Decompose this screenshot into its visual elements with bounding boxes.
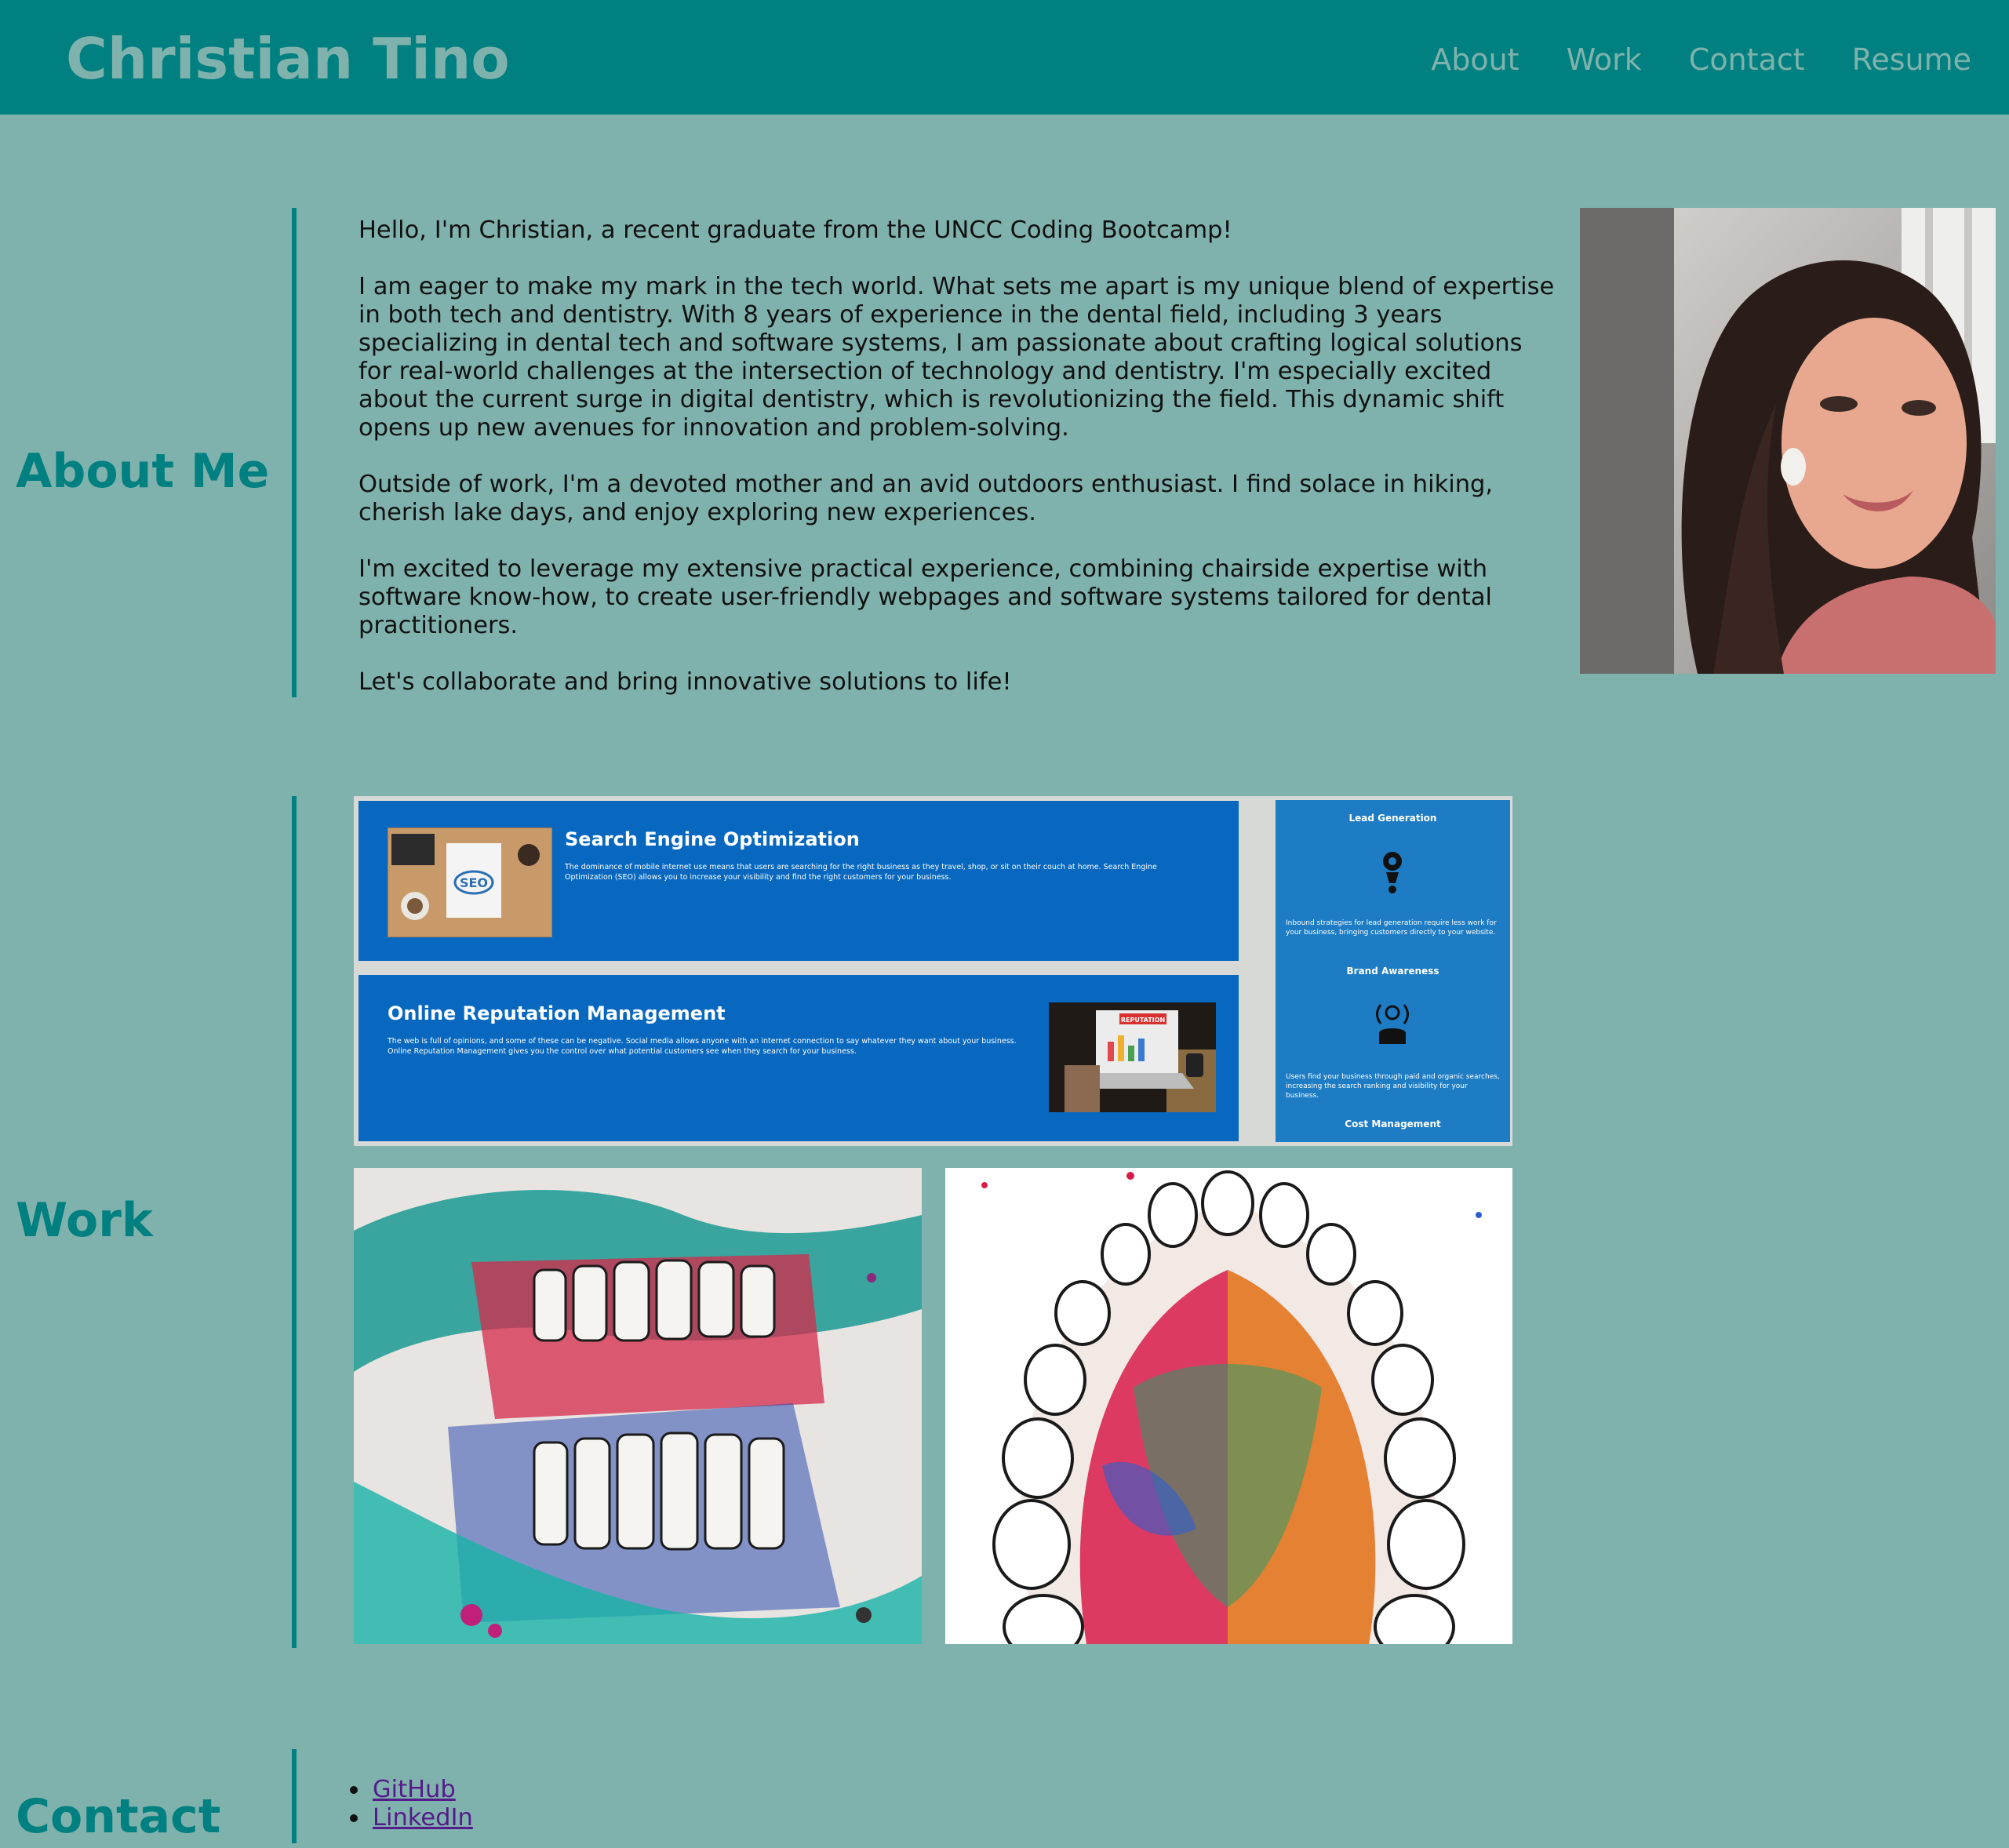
seo-badge: SEO <box>460 875 488 890</box>
work-heading: Work <box>16 1193 153 1248</box>
site-title: Christian Tino <box>66 26 510 92</box>
lightbulb-gear-icon <box>1383 852 1402 893</box>
nav-contact-link[interactable]: Contact <box>1689 38 1805 82</box>
seo-description: The dominance of mobile internet use mea… <box>565 863 1157 882</box>
broadcast-person-icon <box>1376 1004 1409 1044</box>
nav-about-link[interactable]: About <box>1431 38 1519 82</box>
project-image-dental-arch-art[interactable] <box>945 1168 1512 1644</box>
about-paragraph: Outside of work, I'm a devoted mother an… <box>358 471 1494 526</box>
about-heading: About Me <box>16 444 270 499</box>
about-paragraph: Let's collaborate and bring innovative s… <box>358 668 1012 696</box>
brand-awareness-text: Users find your business through paid an… <box>1286 1073 1500 1100</box>
about-divider <box>292 208 297 697</box>
profile-photo <box>1580 208 1996 674</box>
work-divider <box>292 796 297 1648</box>
project-screenshot-marketing[interactable]: SEO Search Engine Optimization The domin… <box>354 796 1512 1146</box>
orm-description: The web is full of opinions, and some of… <box>388 1037 1017 1056</box>
linkedin-link[interactable]: LinkedIn <box>373 1804 473 1832</box>
nav-resume-link[interactable]: Resume <box>1852 38 1971 82</box>
contact-divider <box>292 1749 297 1843</box>
list-item: LinkedIn <box>350 1804 473 1832</box>
seo-thumbnail: SEO <box>388 828 552 937</box>
services-sidebar: Lead Generation Inbound strategies for l… <box>1276 800 1510 1142</box>
reputation-badge: REPUTATION <box>1121 1017 1165 1024</box>
nav-work-link[interactable]: Work <box>1567 38 1642 82</box>
cost-management-title: Cost Management <box>1345 1119 1441 1130</box>
orm-title: Online Reputation Management <box>388 1002 726 1024</box>
site-header: Christian Tino About Work Contact Resume <box>0 0 2009 115</box>
about-paragraph: Hello, I'm Christian, a recent graduate … <box>358 216 1232 244</box>
github-link[interactable]: GitHub <box>373 1776 456 1803</box>
lead-generation-text: Inbound strategies for lead generation r… <box>1286 919 1497 937</box>
about-paragraph: I'm excited to leverage my extensive pra… <box>358 555 1493 639</box>
contact-heading: Contact <box>16 1789 221 1844</box>
about-text: Hello, I'm Christian, a recent graduate … <box>358 216 1555 725</box>
lead-generation-title: Lead Generation <box>1348 813 1437 824</box>
brand-awareness-title: Brand Awareness <box>1346 966 1439 977</box>
main-nav: About Work Contact Resume <box>1431 38 1971 82</box>
seo-card: SEO Search Engine Optimization The domin… <box>358 801 1239 961</box>
seo-title: Search Engine Optimization <box>565 828 860 850</box>
orm-card: Online Reputation Management The web is … <box>358 975 1239 1141</box>
contact-links-list: GitHub LinkedIn <box>350 1776 473 1832</box>
project-image-dental-jaw-art[interactable] <box>354 1168 922 1644</box>
orm-thumbnail: REPUTATION <box>1049 1002 1216 1112</box>
about-paragraph: I am eager to make my mark in the tech w… <box>358 273 1555 442</box>
list-item: GitHub <box>350 1776 473 1804</box>
